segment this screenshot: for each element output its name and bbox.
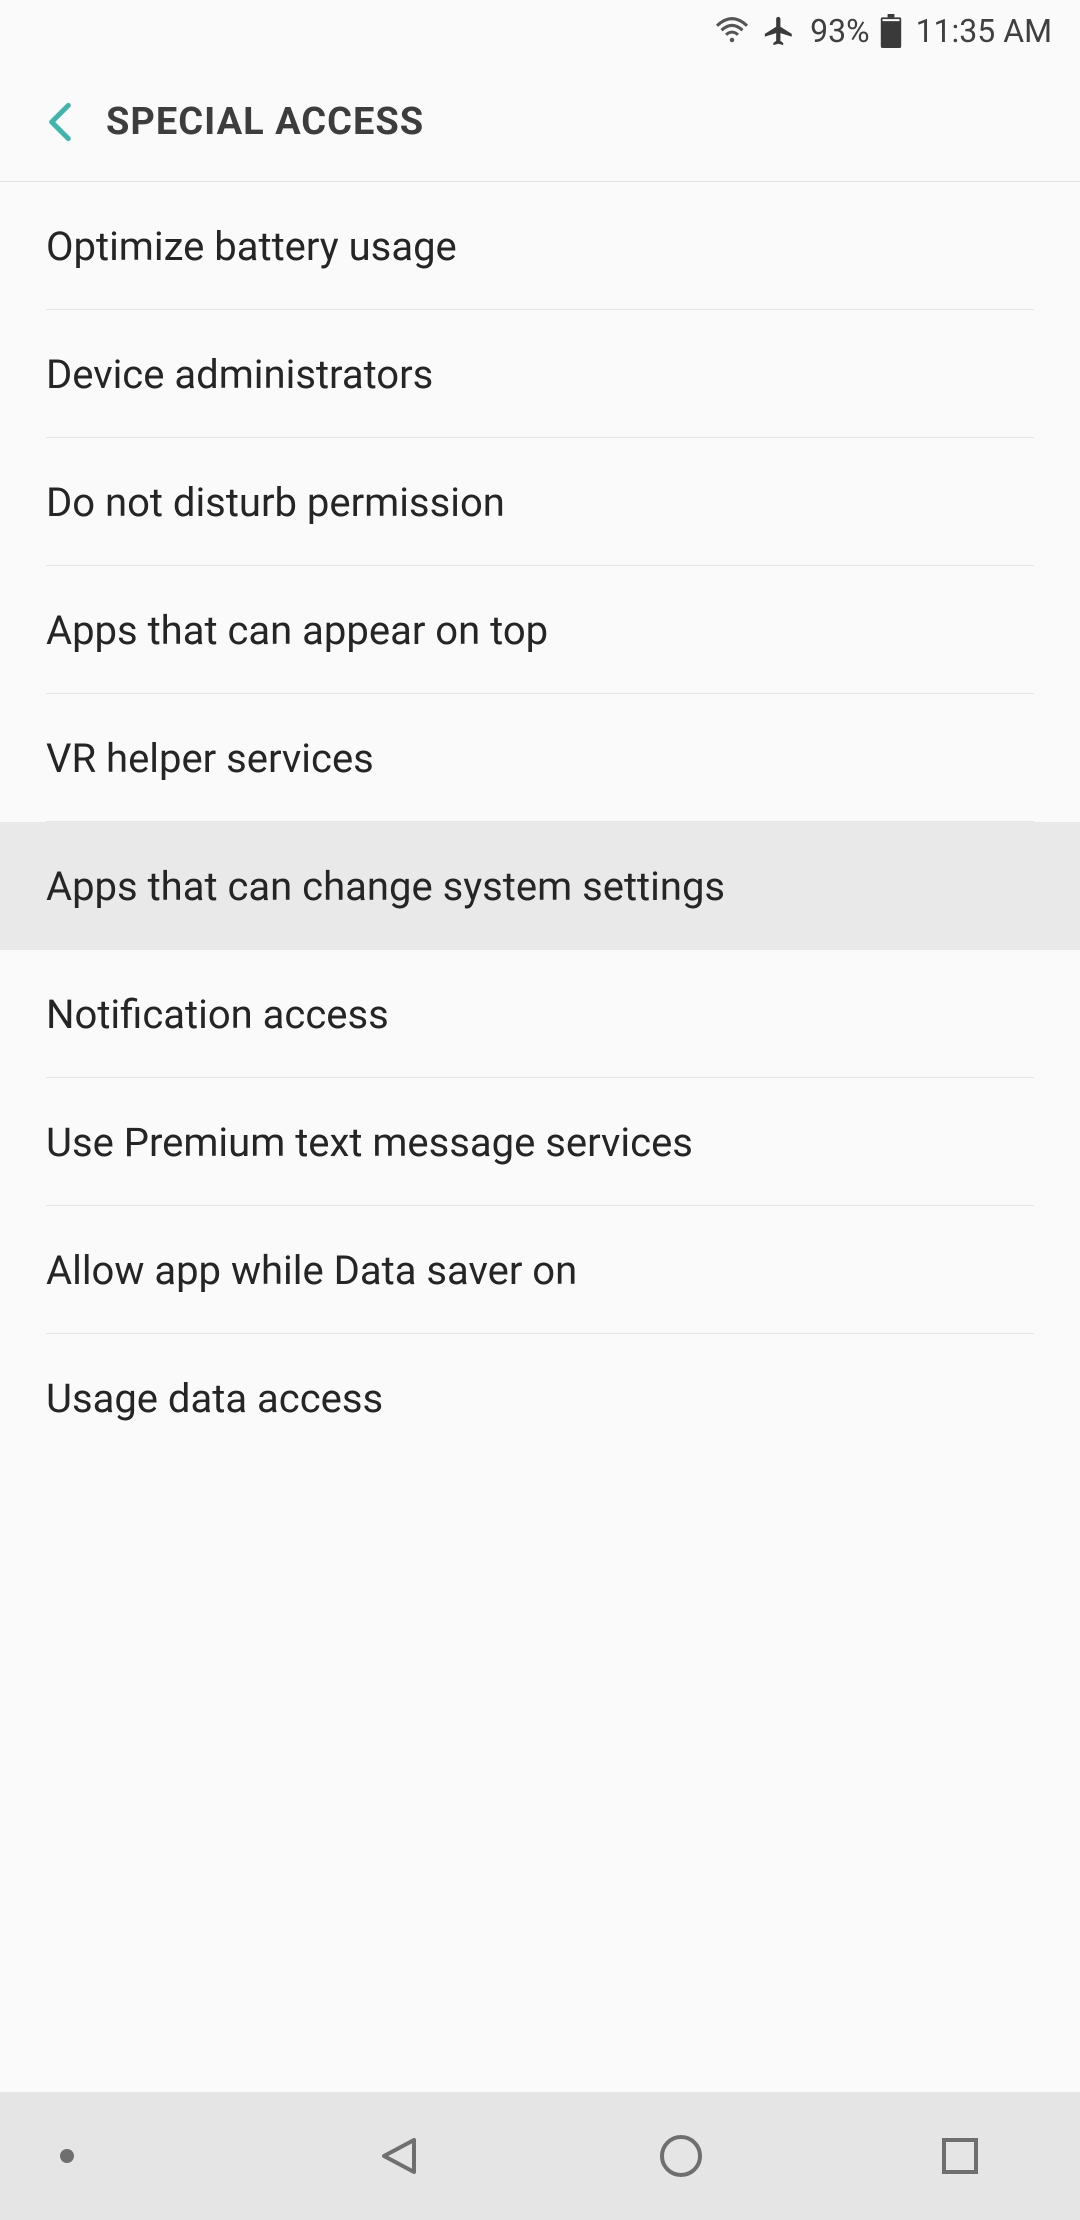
back-button[interactable] <box>36 98 84 146</box>
list-item-notification-access[interactable]: Notification access <box>0 950 1080 1078</box>
list-item-label: Use Premium text message services <box>46 1119 693 1166</box>
battery-percent: 93% <box>810 12 869 50</box>
list-item-label: Device administrators <box>46 351 433 398</box>
battery-icon <box>874 14 902 48</box>
list-item-label: Optimize battery usage <box>46 223 457 270</box>
navigation-bar <box>0 2092 1080 2220</box>
list-item-usage-data-access[interactable]: Usage data access <box>0 1334 1080 1462</box>
list-item-label: Apps that can change system settings <box>46 863 725 910</box>
page-title: SPECIAL ACCESS <box>106 100 424 144</box>
list-item-vr-helper-services[interactable]: VR helper services <box>0 694 1080 822</box>
list-item-label: Allow app while Data saver on <box>46 1247 577 1294</box>
status-time: 11:35 AM <box>916 12 1052 50</box>
list-item-do-not-disturb-permission[interactable]: Do not disturb permission <box>0 438 1080 566</box>
list-item-allow-app-while-data-saver-on[interactable]: Allow app while Data saver on <box>0 1206 1080 1334</box>
nav-handle-icon[interactable] <box>60 2149 74 2163</box>
nav-back-button[interactable] <box>378 2134 422 2178</box>
nav-home-button[interactable] <box>658 2133 704 2179</box>
airplane-icon <box>754 14 796 48</box>
app-bar: SPECIAL ACCESS <box>0 62 1080 182</box>
list-item-apps-that-can-change-system-settings[interactable]: Apps that can change system settings <box>0 822 1080 950</box>
nav-recents-button[interactable] <box>940 2136 980 2176</box>
settings-list: Optimize battery usage Device administra… <box>0 182 1080 2092</box>
list-item-label: Notification access <box>46 991 389 1038</box>
list-item-optimize-battery-usage[interactable]: Optimize battery usage <box>0 182 1080 310</box>
list-item-label: VR helper services <box>46 735 374 782</box>
list-item-label: Usage data access <box>46 1375 383 1422</box>
list-item-device-administrators[interactable]: Device administrators <box>0 310 1080 438</box>
list-item-use-premium-text-message-services[interactable]: Use Premium text message services <box>0 1078 1080 1206</box>
status-bar: 93% 11:35 AM <box>0 0 1080 62</box>
list-item-label: Apps that can appear on top <box>46 607 548 654</box>
wifi-icon <box>714 13 750 49</box>
list-item-apps-that-can-appear-on-top[interactable]: Apps that can appear on top <box>0 566 1080 694</box>
list-item-label: Do not disturb permission <box>46 479 505 526</box>
